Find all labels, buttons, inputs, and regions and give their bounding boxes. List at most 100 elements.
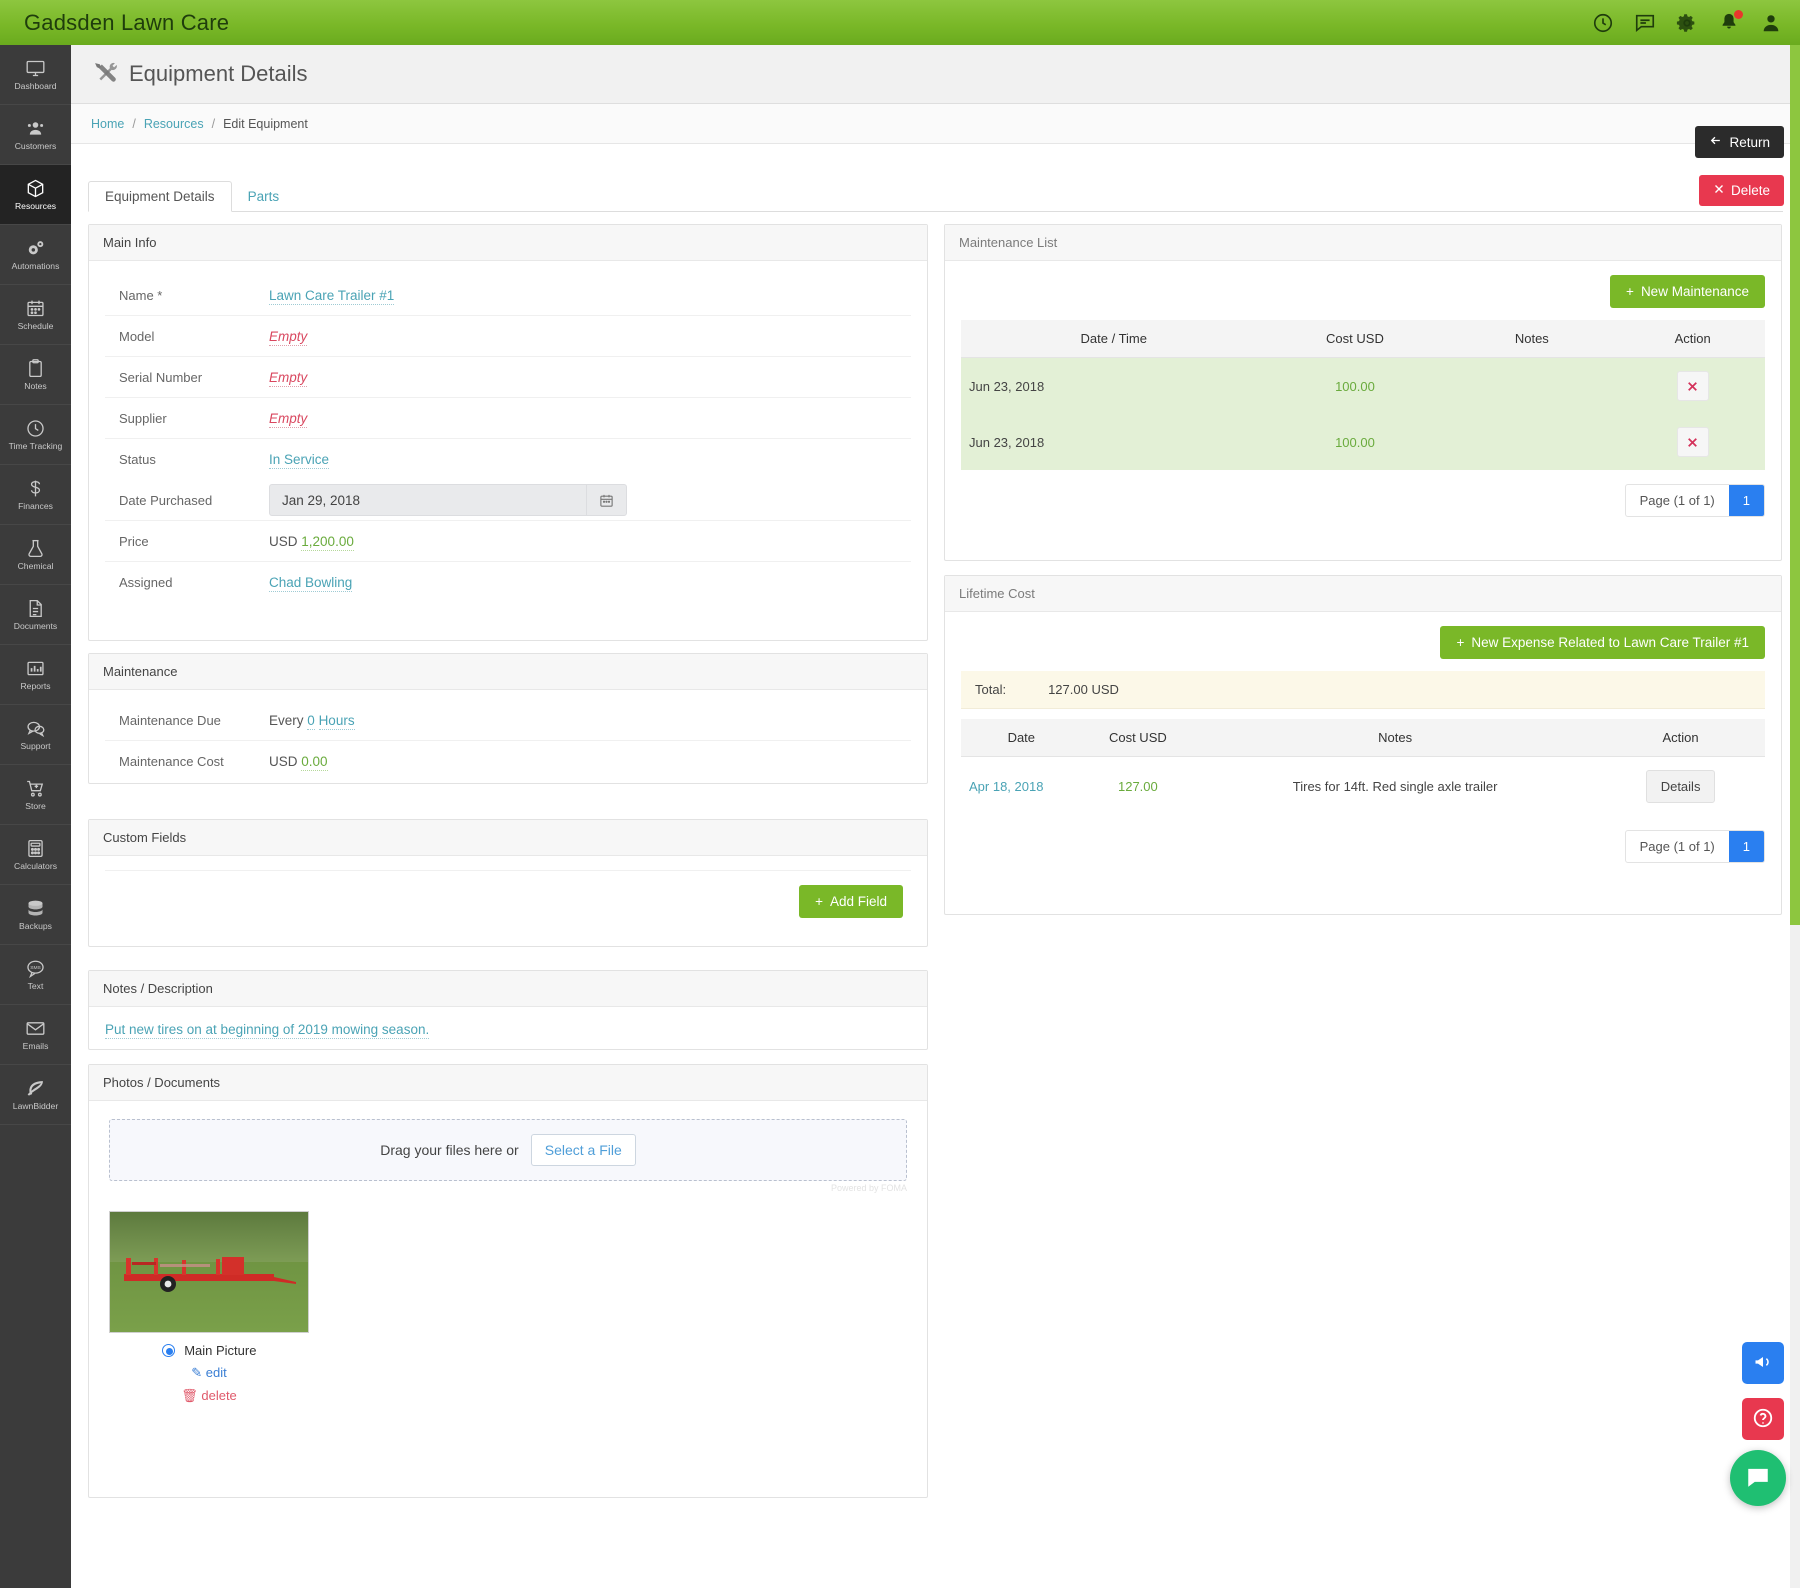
sidebar-item-notes[interactable]: Notes bbox=[0, 345, 71, 405]
users-icon bbox=[25, 118, 46, 139]
price-value[interactable]: 1,200.00 bbox=[301, 534, 354, 551]
field-value[interactable]: Empty bbox=[269, 329, 307, 346]
column-header: Notes bbox=[1443, 320, 1620, 358]
notes-text[interactable]: Put new tires on at beginning of 2019 mo… bbox=[105, 1022, 429, 1039]
price-currency: USD bbox=[269, 534, 298, 549]
notification-badge bbox=[1734, 10, 1743, 19]
sidebar-item-finances[interactable]: Finances bbox=[0, 465, 71, 525]
cube-icon bbox=[25, 178, 46, 199]
cell-date[interactable]: Apr 18, 2018 bbox=[961, 757, 1082, 817]
delete-row-button[interactable] bbox=[1677, 371, 1709, 401]
page-header: Equipment Details bbox=[71, 45, 1800, 104]
tab-equipment-details[interactable]: Equipment Details bbox=[88, 181, 232, 212]
sidebar-item-backups[interactable]: Backups bbox=[0, 885, 71, 945]
delete-button[interactable]: Delete bbox=[1699, 175, 1784, 206]
scrollbar-thumb[interactable] bbox=[1790, 45, 1800, 925]
photo-delete-link[interactable]: 🗑 delete bbox=[109, 1388, 309, 1404]
maintenance-due-unit[interactable]: Hours bbox=[319, 713, 355, 730]
new-maintenance-button[interactable]: + New Maintenance bbox=[1610, 275, 1765, 308]
bar-chart-icon bbox=[25, 658, 46, 679]
gear-icon[interactable] bbox=[1676, 12, 1698, 34]
plus-icon: + bbox=[1456, 635, 1464, 650]
details-button[interactable]: Details bbox=[1646, 770, 1716, 803]
sidebar-item-chemical[interactable]: Chemical bbox=[0, 525, 71, 585]
bell-icon[interactable] bbox=[1718, 12, 1740, 34]
cell-cost: 100.00 bbox=[1267, 414, 1444, 470]
field-value[interactable]: Empty bbox=[269, 411, 307, 428]
table-body: Jun 23, 2018100.00Jun 23, 2018100.00 bbox=[961, 358, 1765, 471]
column-header: Action bbox=[1596, 719, 1765, 757]
notes-body: Put new tires on at beginning of 2019 mo… bbox=[89, 1007, 927, 1051]
delete-row-button[interactable] bbox=[1677, 427, 1709, 457]
main-picture-radio[interactable]: Main Picture bbox=[162, 1343, 257, 1358]
sidebar-item-schedule[interactable]: Schedule bbox=[0, 285, 71, 345]
field-value[interactable]: In Service bbox=[269, 452, 329, 469]
custom-fields-panel: Custom Fields + Add Field bbox=[88, 819, 928, 947]
maintenance-cost-value[interactable]: 0.00 bbox=[301, 754, 327, 771]
column-header: Notes bbox=[1194, 719, 1596, 757]
field-row-model: ModelEmpty bbox=[105, 316, 911, 357]
add-field-button[interactable]: + Add Field bbox=[799, 885, 903, 918]
sidebar-item-calculators[interactable]: Calculators bbox=[0, 825, 71, 885]
cell-date: Jun 23, 2018 bbox=[961, 358, 1267, 415]
sidebar-item-support[interactable]: Support bbox=[0, 705, 71, 765]
field-row-price: Price USD 1,200.00 bbox=[105, 521, 911, 562]
field-row-maintenance-cost: Maintenance Cost USD 0.00 bbox=[105, 741, 911, 782]
pager-page-1[interactable]: 1 bbox=[1729, 831, 1764, 862]
breadcrumb-home[interactable]: Home bbox=[91, 117, 124, 131]
breadcrumb-resources[interactable]: Resources bbox=[144, 117, 204, 131]
sidebar-item-label: Store bbox=[25, 802, 46, 811]
select-file-button[interactable]: Select a File bbox=[531, 1134, 636, 1166]
photos-title: Photos / Documents bbox=[89, 1065, 927, 1101]
add-field-label: Add Field bbox=[830, 894, 887, 909]
sidebar-item-emails[interactable]: Emails bbox=[0, 1005, 71, 1065]
photo-edit-link[interactable]: ✎ edit bbox=[109, 1365, 309, 1381]
chat-widget-button[interactable] bbox=[1730, 1450, 1786, 1506]
calendar-icon[interactable] bbox=[586, 485, 626, 515]
file-dropzone[interactable]: Drag your files here or Select a File bbox=[109, 1119, 907, 1181]
sidebar-item-time-tracking[interactable]: Time Tracking bbox=[0, 405, 71, 465]
field-label: Supplier bbox=[119, 411, 269, 426]
field-value[interactable]: Lawn Care Trailer #1 bbox=[269, 288, 394, 305]
sidebar-item-label: Resources bbox=[15, 202, 56, 211]
sidebar-item-label: Support bbox=[20, 742, 50, 751]
sidebar-item-dashboard[interactable]: Dashboard bbox=[0, 45, 71, 105]
field-row-serial-number: Serial NumberEmpty bbox=[105, 357, 911, 398]
tab-parts[interactable]: Parts bbox=[232, 182, 296, 211]
price-value-group: USD 1,200.00 bbox=[269, 534, 354, 549]
date-purchased-input[interactable]: Jan 29, 2018 bbox=[269, 484, 627, 516]
pager-page-1[interactable]: 1 bbox=[1729, 485, 1764, 516]
sidebar-item-automations[interactable]: Automations bbox=[0, 225, 71, 285]
sidebar-item-documents[interactable]: Documents bbox=[0, 585, 71, 645]
chat-icon[interactable] bbox=[1634, 12, 1656, 34]
field-row-name: Name *Lawn Care Trailer #1 bbox=[105, 275, 911, 316]
return-button[interactable]: Return bbox=[1695, 126, 1784, 158]
field-value[interactable]: Empty bbox=[269, 370, 307, 387]
main-info-rows: Name *Lawn Care Trailer #1ModelEmptySeri… bbox=[105, 275, 911, 480]
table-body: Apr 18, 2018127.00Tires for 14ft. Red si… bbox=[961, 757, 1765, 817]
pencil-icon: ✎ bbox=[191, 1365, 202, 1380]
sidebar-item-label: Schedule bbox=[18, 322, 54, 331]
equipment-photo-thumbnail[interactable] bbox=[109, 1211, 309, 1333]
help-button[interactable] bbox=[1742, 1398, 1784, 1440]
field-row-assigned: Assigned Chad Bowling bbox=[105, 562, 911, 603]
user-icon[interactable] bbox=[1760, 12, 1782, 34]
sidebar-item-customers[interactable]: Customers bbox=[0, 105, 71, 165]
maintenance-body: Maintenance Due Every 0 Hours Maintenanc… bbox=[89, 690, 927, 782]
assigned-value[interactable]: Chad Bowling bbox=[269, 575, 352, 592]
photos-panel: Photos / Documents Drag your files here … bbox=[88, 1064, 928, 1498]
clock-icon[interactable] bbox=[1592, 12, 1614, 34]
sidebar-item-reports[interactable]: Reports bbox=[0, 645, 71, 705]
maintenance-due-value[interactable]: 0 bbox=[307, 713, 315, 730]
sidebar-item-text[interactable]: SMSText bbox=[0, 945, 71, 1005]
app-brand: Gadsden Lawn Care bbox=[24, 10, 229, 36]
announcements-button[interactable] bbox=[1742, 1342, 1784, 1384]
return-button-label: Return bbox=[1729, 135, 1770, 150]
sidebar-item-store[interactable]: Store bbox=[0, 765, 71, 825]
page-scrollbar[interactable] bbox=[1790, 45, 1800, 1588]
sidebar-item-lawnbidder[interactable]: LawnBidder bbox=[0, 1065, 71, 1125]
maintenance-panel: Maintenance Maintenance Due Every 0 Hour… bbox=[88, 653, 928, 784]
new-expense-button[interactable]: + New Expense Related to Lawn Care Trail… bbox=[1440, 626, 1765, 659]
sidebar-item-resources[interactable]: Resources bbox=[0, 165, 71, 225]
main-info-panel: Main Info Name *Lawn Care Trailer #1Mode… bbox=[88, 224, 928, 641]
